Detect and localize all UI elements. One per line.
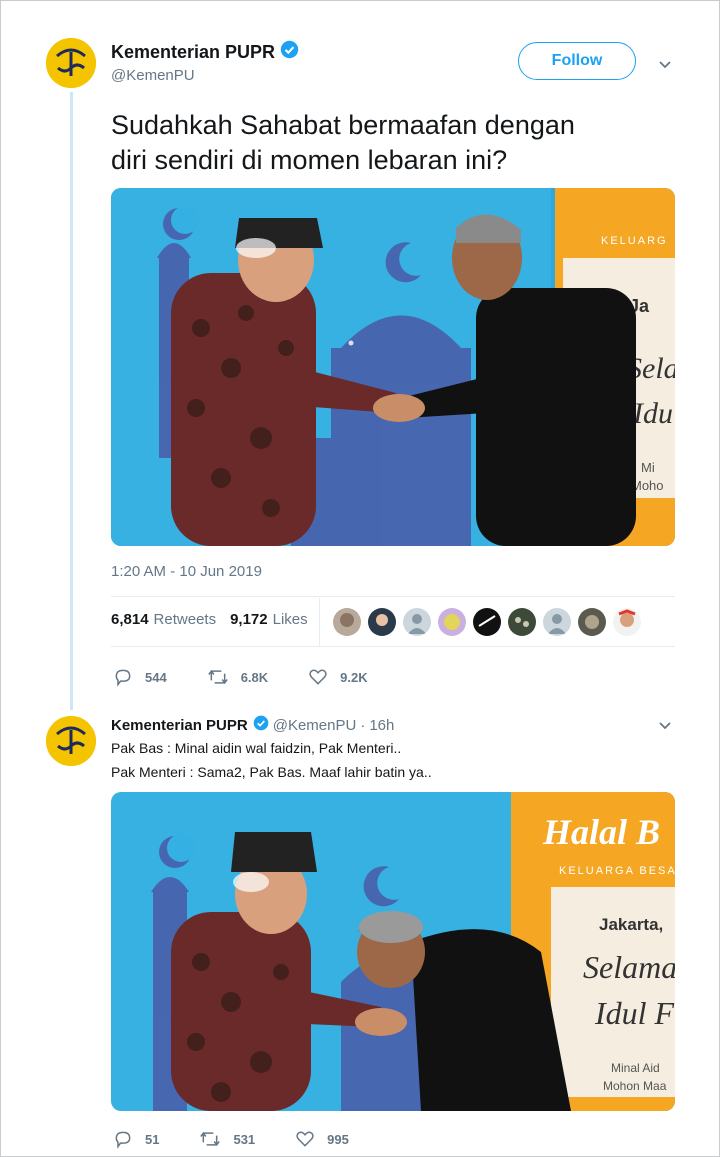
photo-banner-text: KELUARG [601,235,668,247]
tweet-actions: 544 6.8K 9.2K [113,667,408,687]
like-count: 995 [327,1131,349,1147]
divider [319,598,320,646]
like-button[interactable]: 9.2K [308,667,368,687]
verified-badge-icon [253,715,269,736]
photo-banner-text: Selamat [583,949,675,985]
author-name-row: Kementerian PUPR [111,40,299,64]
liker-avatar[interactable] [403,608,431,636]
photo-banner-text: Idu [632,397,673,430]
reply-count: 51 [145,1131,160,1147]
photo-banner-text: Minal Aid [611,1061,660,1075]
like-count: 9.2K [340,669,368,685]
liker-avatar[interactable] [438,608,466,636]
photo-banner-text: Halal B [542,812,660,852]
reply-avatar[interactable] [46,716,96,766]
reply-text-line: Pak Bas : Minal aidin wal faidzin, Pak M… [111,740,402,756]
retweet-icon [207,669,228,685]
tweet-photo[interactable]: KELUARG Ja Sela Idu Mi Moho [111,188,675,546]
heart-icon [309,669,327,685]
reply-button[interactable]: 544 [113,667,167,687]
author-name[interactable]: Kementerian PUPR [111,42,275,63]
avatar[interactable] [46,38,96,88]
retweet-button[interactable]: 6.8K [207,667,268,687]
retweets-count[interactable]: 6,814 [111,611,149,628]
liker-avatar[interactable] [333,608,361,636]
retweet-count: 6.8K [240,669,269,685]
thread-connector-line [70,92,73,710]
retweet-button[interactable]: 531 [199,1129,255,1149]
retweets-label[interactable]: Retweets [154,611,217,628]
photo-banner-text: KELUARGA BESAR [559,865,675,877]
tweet-text: Sudahkah Sahabat bermaafan dengan diri s… [111,108,671,178]
liker-avatar[interactable] [543,608,571,636]
likes-count[interactable]: 9,172 [230,611,268,628]
divider [111,646,675,647]
photo-banner-text: Jakarta, [599,915,663,934]
likes-label[interactable]: Likes [273,611,308,628]
reply-header: Kementerian PUPR @KemenPU · 16h [111,715,394,736]
like-button[interactable]: 995 [295,1129,349,1149]
divider [111,596,675,597]
reply-time[interactable]: 16h [369,717,394,734]
liker-avatar[interactable] [473,608,501,636]
retweet-count: 531 [233,1131,256,1147]
follow-button[interactable]: Follow [518,42,636,80]
liker-avatar[interactable] [613,608,641,636]
separator-dot: · [360,717,366,734]
reply-photo[interactable]: Halal B KELUARGA BESAR Jakarta, Selamat … [111,792,675,1111]
reply-icon [115,669,131,687]
chevron-down-icon[interactable] [657,57,673,73]
reply-button[interactable]: 51 [113,1129,159,1149]
verified-badge-icon [280,40,299,64]
author-handle[interactable]: @KemenPU [111,67,195,84]
reply-actions: 51 531 995 [113,1129,389,1149]
engagement-stats: 6,814 Retweets 9,172 Likes [111,611,322,628]
likers-avatars [333,608,648,636]
liker-avatar[interactable] [368,608,396,636]
pupr-logo-icon [46,38,96,88]
heart-icon [296,1131,314,1147]
photo-banner-text: Mohon Maa [603,1079,667,1093]
reply-author-name[interactable]: Kementerian PUPR [111,717,248,734]
tweet-text-line: Sudahkah Sahabat bermaafan dengan [111,110,575,140]
tweet-text-line: diri sendiri di momen lebaran ini? [111,145,508,175]
liker-avatar[interactable] [508,608,536,636]
reply-icon [115,1131,131,1149]
retweet-icon [200,1131,221,1147]
chevron-down-icon[interactable] [657,718,673,734]
photo-banner-text: Idul F [594,995,675,1031]
reply-count: 544 [145,669,167,685]
tweet-timestamp[interactable]: 1:20 AM - 10 Jun 2019 [111,563,262,580]
reply-text-line: Pak Menteri : Sama2, Pak Bas. Maaf lahir… [111,764,432,780]
pupr-logo-icon [46,716,96,766]
photo-banner-text: Mi [641,460,655,475]
liker-avatar[interactable] [578,608,606,636]
reply-handle[interactable]: @KemenPU [273,717,357,734]
